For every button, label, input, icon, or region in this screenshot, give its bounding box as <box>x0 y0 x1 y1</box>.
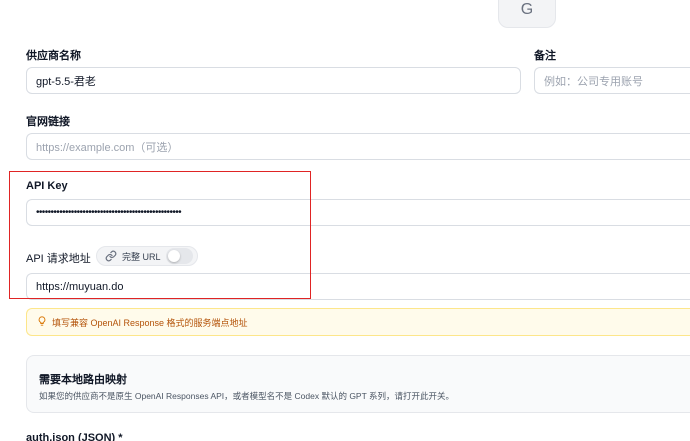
endpoint-tip-text: 填写兼容 OpenAI Response 格式的服务端点地址 <box>52 317 248 328</box>
provider-name-input[interactable]: gpt-5.5-君老 <box>26 67 521 94</box>
provider-name-value: gpt-5.5-君老 <box>36 75 96 88</box>
api-endpoint-label: API 请求地址 <box>26 253 91 265</box>
full-url-switch-knob <box>167 250 180 262</box>
full-url-toggle-label: 完整 URL <box>122 251 161 262</box>
api-endpoint-input[interactable]: https://muyuan.do <box>26 273 690 300</box>
api-key-input[interactable]: ••••••••••••••••••••••••••••••••••••••••… <box>26 199 690 226</box>
provider-avatar-tile[interactable]: G <box>498 0 556 28</box>
local-routing-description: 如果您的供应商不是原生 OpenAI Responses API，或者模型名不是… <box>39 391 455 401</box>
full-url-switch[interactable] <box>165 248 193 264</box>
local-routing-title: 需要本地路由映射 <box>39 374 127 386</box>
provider-name-label: 供应商名称 <box>26 50 81 62</box>
api-key-masked-value: ••••••••••••••••••••••••••••••••••••••••… <box>36 207 182 218</box>
provider-avatar-letter: G <box>520 1 534 18</box>
endpoint-tip-banner: 填写兼容 OpenAI Response 格式的服务端点地址 <box>26 308 690 336</box>
remark-input[interactable]: 例如：公司专用账号 <box>534 67 690 94</box>
website-input[interactable]: https://example.com（可选） <box>26 133 690 160</box>
local-routing-card: 需要本地路由映射 如果您的供应商不是原生 OpenAI Responses AP… <box>26 355 690 413</box>
lightbulb-icon <box>37 313 47 331</box>
website-placeholder: https://example.com（可选） <box>36 141 179 154</box>
website-label: 官网链接 <box>26 116 70 128</box>
remark-label: 备注 <box>534 50 556 62</box>
link-icon <box>105 250 117 262</box>
api-endpoint-value: https://muyuan.do <box>36 280 124 293</box>
full-url-toggle[interactable]: 完整 URL <box>96 246 198 266</box>
remark-placeholder: 例如：公司专用账号 <box>544 75 643 88</box>
api-key-label: API Key <box>26 180 68 192</box>
auth-json-label: auth.json (JSON) * <box>26 432 123 441</box>
